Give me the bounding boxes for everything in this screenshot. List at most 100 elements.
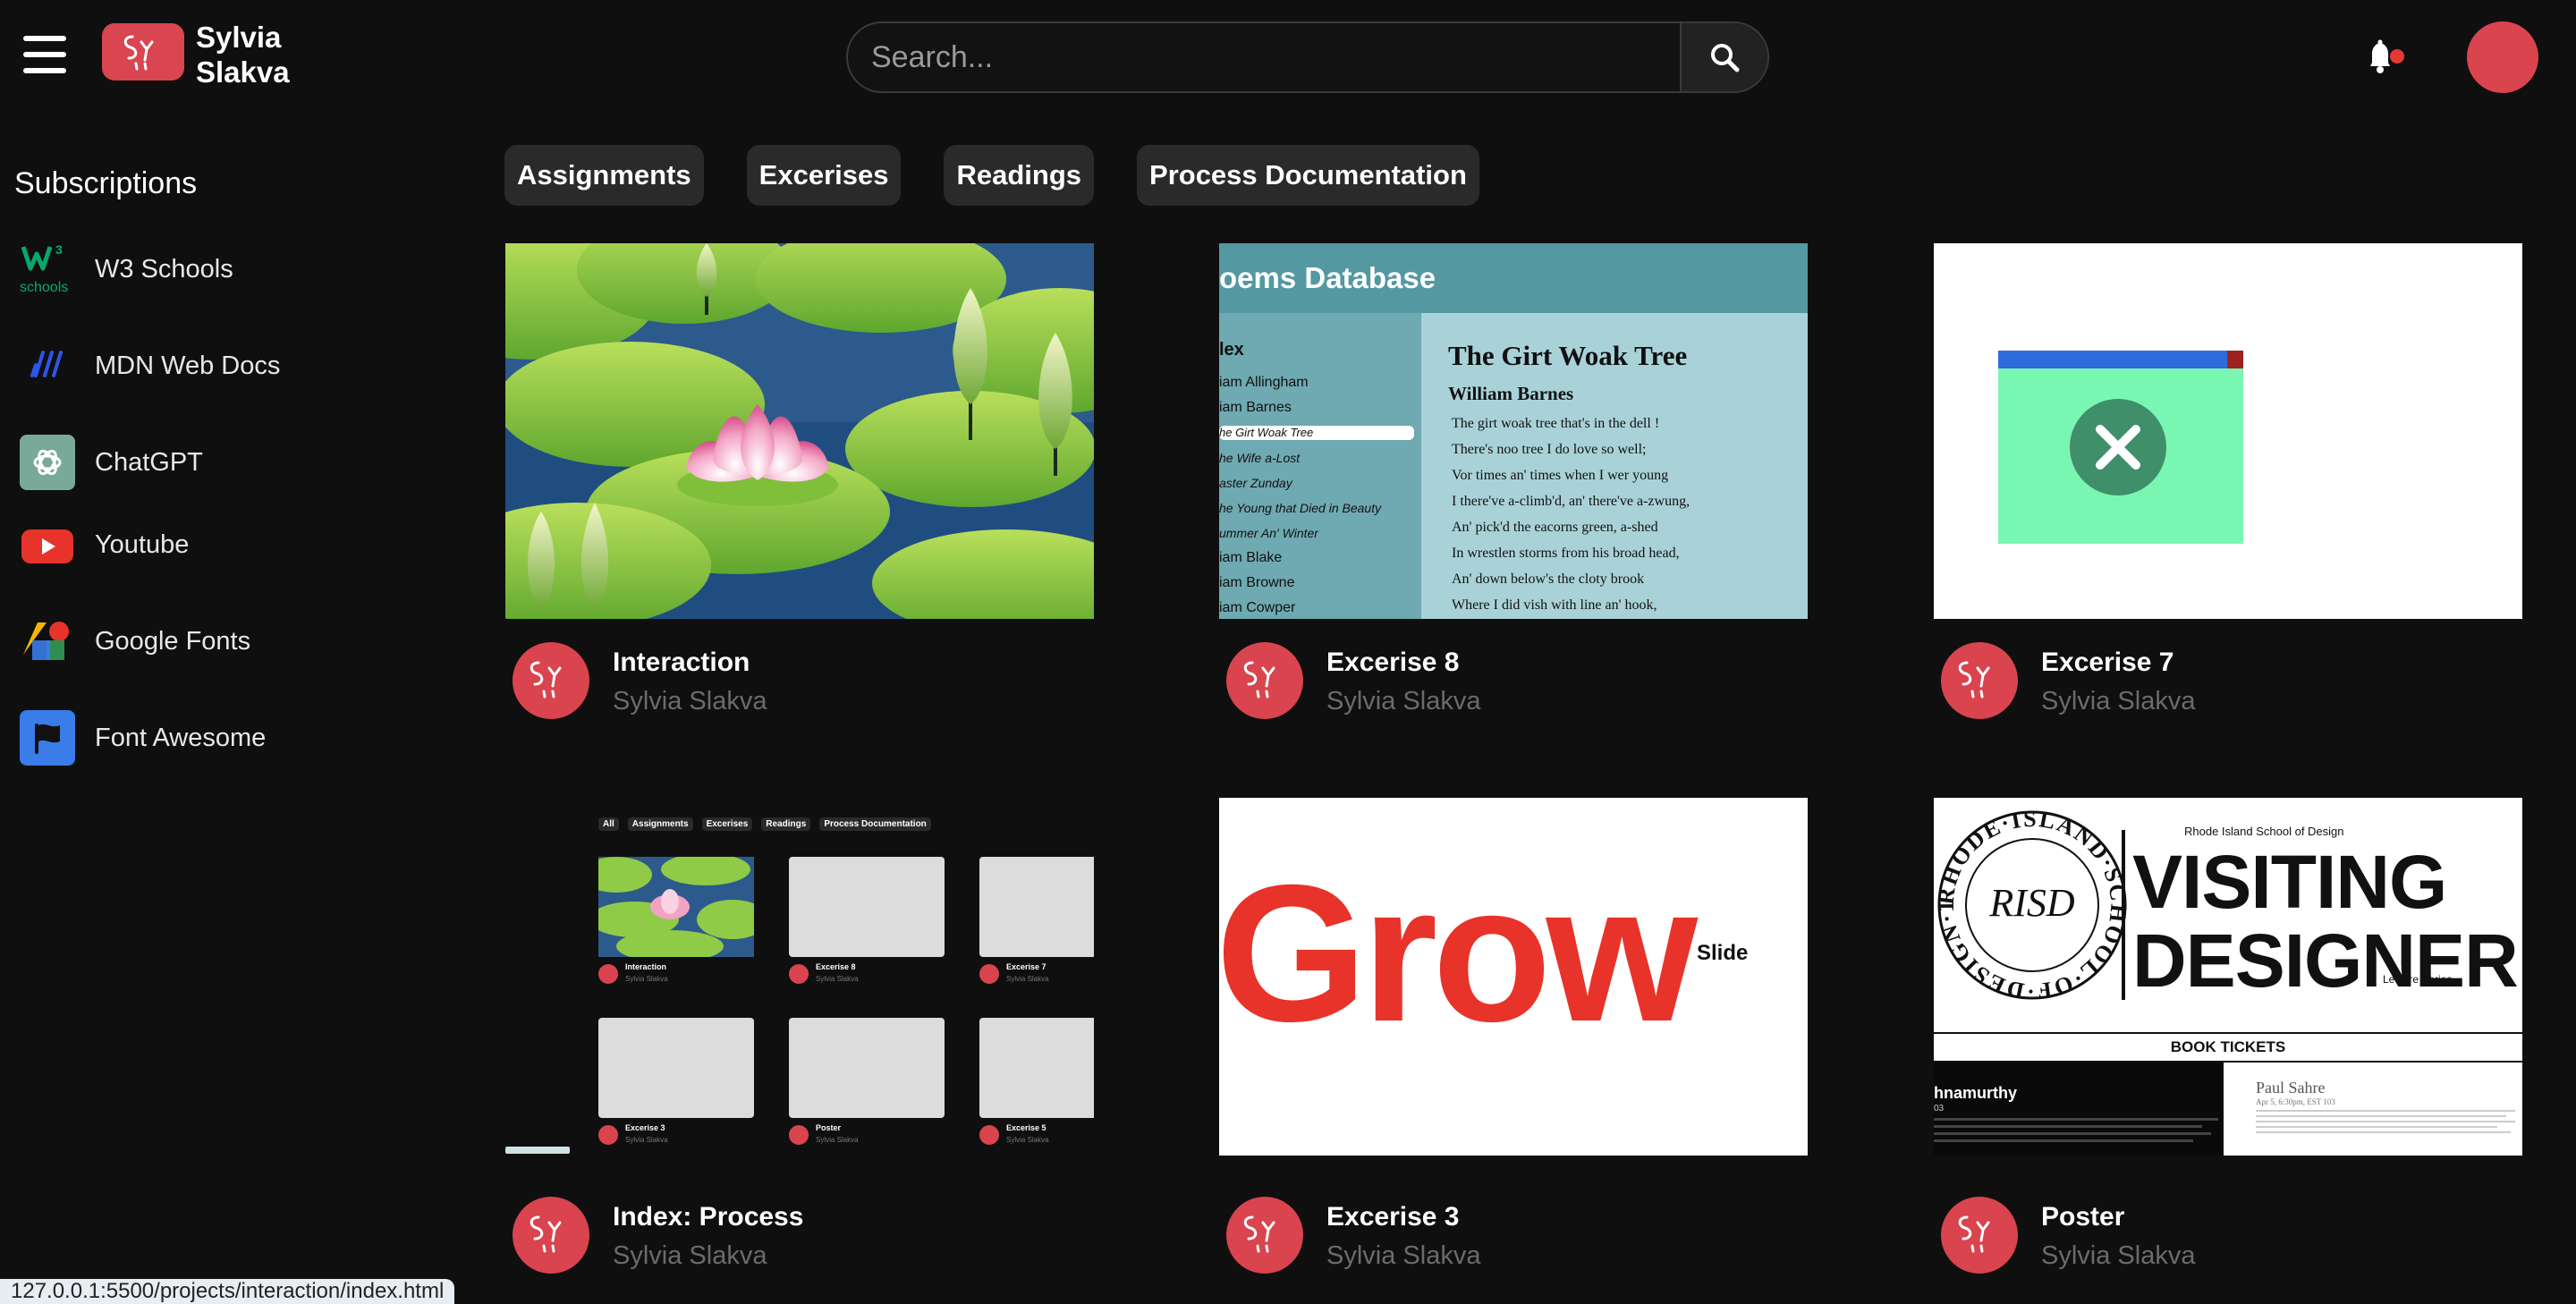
sy-logo-icon	[1243, 661, 1275, 699]
project-card[interactable]: Grow Slide Excerise 3 Sylvia Slakva	[1219, 798, 1809, 1274]
mini-card-title: Excerise 7	[1006, 962, 1046, 971]
filter-chip-excerises[interactable]: Excerises	[746, 145, 902, 206]
poster-right-meta: Apr 5, 6:30pm, EST 103	[2256, 1097, 2335, 1106]
poems-index-item[interactable]: he Wife a-Lost	[1219, 445, 1421, 470]
filter-chip-assignments[interactable]: Assignments	[504, 145, 704, 206]
brand-line-1: Sylvia	[196, 21, 282, 54]
poems-index-item[interactable]: iam Barnes	[1219, 395, 1421, 420]
youtube-icon	[20, 517, 75, 572]
card-thumbnail[interactable]: All Assignments Excerises Readings Proce…	[505, 798, 1094, 1156]
logo[interactable]	[102, 23, 184, 80]
search-icon	[1711, 44, 1740, 72]
card-meta: Interaction Sylvia Slakva	[505, 619, 1096, 719]
sidebar-item-w3schools[interactable]: 3 schools W3 Schools	[20, 238, 233, 301]
poster-divider	[2122, 830, 2125, 1000]
sidebar-item-font-awesome[interactable]: Font Awesome	[20, 707, 266, 769]
mini-card-meta: Excerise 3 Sylvia Slakva	[598, 1123, 768, 1150]
project-card[interactable]: Excerise 7 Sylvia Slakva	[1934, 243, 2524, 719]
author-avatar[interactable]	[1941, 1197, 2018, 1274]
search-input[interactable]	[848, 23, 1680, 91]
card-title[interactable]: Interaction	[613, 648, 750, 678]
mini-card-meta: Poster Sylvia Slakva	[789, 1123, 959, 1150]
project-card[interactable]: oems Database lex iam Allingham iam Barn…	[1219, 243, 1809, 719]
brand-line-2: Slakva	[196, 55, 290, 89]
filter-chip-readings[interactable]: Readings	[944, 145, 1095, 206]
svg-text:RISD: RISD	[1988, 881, 2075, 925]
card-thumbnail[interactable]: oems Database lex iam Allingham iam Barn…	[1219, 243, 1808, 619]
poems-index-item-selected[interactable]: he Girt Woak Tree	[1219, 426, 1414, 440]
menu-icon[interactable]	[23, 36, 66, 73]
poem-title: The Girt Woak Tree	[1448, 340, 1688, 371]
card-author[interactable]: Sylvia Slakva	[613, 687, 767, 716]
card-meta: Index: Process Sylvia Slakva	[505, 1173, 1096, 1274]
author-avatar[interactable]	[1226, 642, 1303, 719]
user-avatar[interactable]	[2467, 21, 2538, 93]
card-author[interactable]: Sylvia Slakva	[613, 1241, 767, 1271]
mini-chip: Process Documentation	[819, 817, 931, 831]
search-button[interactable]	[1680, 23, 1767, 91]
poems-index-item[interactable]: iam Allingham	[1219, 370, 1421, 395]
poem-line: An' pick'd the eacorns green, a-shed	[1452, 520, 1658, 535]
risd-seal-icon: RHODE·ISLAND·SCHOOL·OF·DESIGN·1877 RISD	[1934, 798, 2131, 1004]
sidebar-item-google-fonts[interactable]: Google Fonts	[20, 610, 250, 673]
mini-card-thumb	[598, 1018, 754, 1118]
mini-card-thumb	[598, 857, 754, 957]
card-title[interactable]: Excerise 7	[2041, 648, 2174, 678]
card-meta: Poster Sylvia Slakva	[1934, 1173, 2524, 1274]
mini-card-title: Interaction	[625, 962, 667, 971]
sidebar-item-chatgpt[interactable]: ChatGPT	[20, 431, 203, 494]
poster-left-meta: 03	[1934, 1104, 1945, 1113]
card-author[interactable]: Sylvia Slakva	[2041, 1241, 2195, 1271]
poster-school: Rhode Island School of Design	[2184, 825, 2344, 838]
sidebar-item-label: MDN Web Docs	[95, 351, 281, 380]
card-title[interactable]: Poster	[2041, 1202, 2124, 1232]
card-title[interactable]: Excerise 3	[1326, 1202, 1459, 1232]
mini-card-thumb	[979, 857, 1094, 957]
brand-name[interactable]: Sylvia Slakva	[196, 20, 290, 89]
poems-index-item[interactable]: iam Browne	[1219, 571, 1421, 596]
author-avatar[interactable]	[513, 1197, 589, 1274]
poster-headline-line-1: VISITING	[2132, 840, 2447, 924]
lotus-illustration	[505, 243, 1094, 619]
poem-line: There's noo tree I do love so well;	[1452, 442, 1647, 457]
poster-right-panel: Paul Sahre Apr 5, 6:30pm, EST 103	[2256, 1079, 2522, 1133]
project-card[interactable]: RHODE·ISLAND·SCHOOL·OF·DESIGN·1877 RISD …	[1934, 798, 2524, 1274]
search-bar	[846, 21, 1769, 93]
card-meta: Excerise 7 Sylvia Slakva	[1934, 619, 2524, 719]
sy-logo-icon	[530, 1215, 562, 1253]
filter-chip-process-documentation[interactable]: Process Documentation	[1137, 145, 1479, 206]
card-author[interactable]: Sylvia Slakva	[1326, 1241, 1480, 1271]
sidebar-item-youtube[interactable]: Youtube	[20, 513, 189, 576]
author-avatar[interactable]	[513, 642, 589, 719]
card-title[interactable]: Excerise 8	[1326, 648, 1459, 678]
poems-index-item[interactable]: iam Cowper	[1219, 596, 1421, 619]
notifications-button[interactable]	[2361, 36, 2404, 80]
bell-icon	[2370, 39, 2404, 73]
book-tickets-button[interactable]: BOOK TICKETS	[1934, 1032, 2522, 1063]
project-card[interactable]: Interaction Sylvia Slakva	[505, 243, 1096, 719]
mini-card-thumb	[979, 1018, 1094, 1118]
sidebar-item-mdn[interactable]: MDN Web Docs	[20, 334, 280, 397]
poems-index-item[interactable]: aster Zunday	[1219, 470, 1421, 495]
w3schools-icon: 3 schools	[20, 241, 75, 297]
chatgpt-icon	[20, 435, 75, 490]
author-avatar[interactable]	[1226, 1197, 1303, 1274]
poems-index-item[interactable]: he Young that Died in Beauty	[1219, 495, 1421, 521]
card-author[interactable]: Sylvia Slakva	[1326, 687, 1480, 716]
mini-card-author: Sylvia Slakva	[1006, 1136, 1049, 1144]
card-title[interactable]: Index: Process	[613, 1202, 803, 1232]
project-card[interactable]: All Assignments Excerises Readings Proce…	[505, 798, 1096, 1274]
mini-card-meta: Excerise 5 Sylvia Slakva	[979, 1123, 1094, 1150]
mini-chip: All	[598, 817, 619, 831]
poems-index-item[interactable]: iam Blake	[1219, 546, 1421, 571]
author-avatar[interactable]	[1941, 642, 2018, 719]
card-author[interactable]: Sylvia Slakva	[2041, 687, 2195, 716]
poems-index-item[interactable]: ummer An' Winter	[1219, 521, 1421, 546]
card-thumbnail[interactable]: RHODE·ISLAND·SCHOOL·OF·DESIGN·1877 RISD …	[1934, 798, 2522, 1156]
mini-card-thumb	[789, 857, 945, 957]
poster-subline: Lecture Series	[2383, 973, 2453, 986]
card-thumbnail[interactable]: Grow Slide	[1219, 798, 1808, 1156]
card-thumbnail[interactable]	[505, 243, 1094, 619]
card-thumbnail[interactable]	[1934, 243, 2522, 619]
subscriptions-heading: Subscriptions	[14, 166, 198, 200]
